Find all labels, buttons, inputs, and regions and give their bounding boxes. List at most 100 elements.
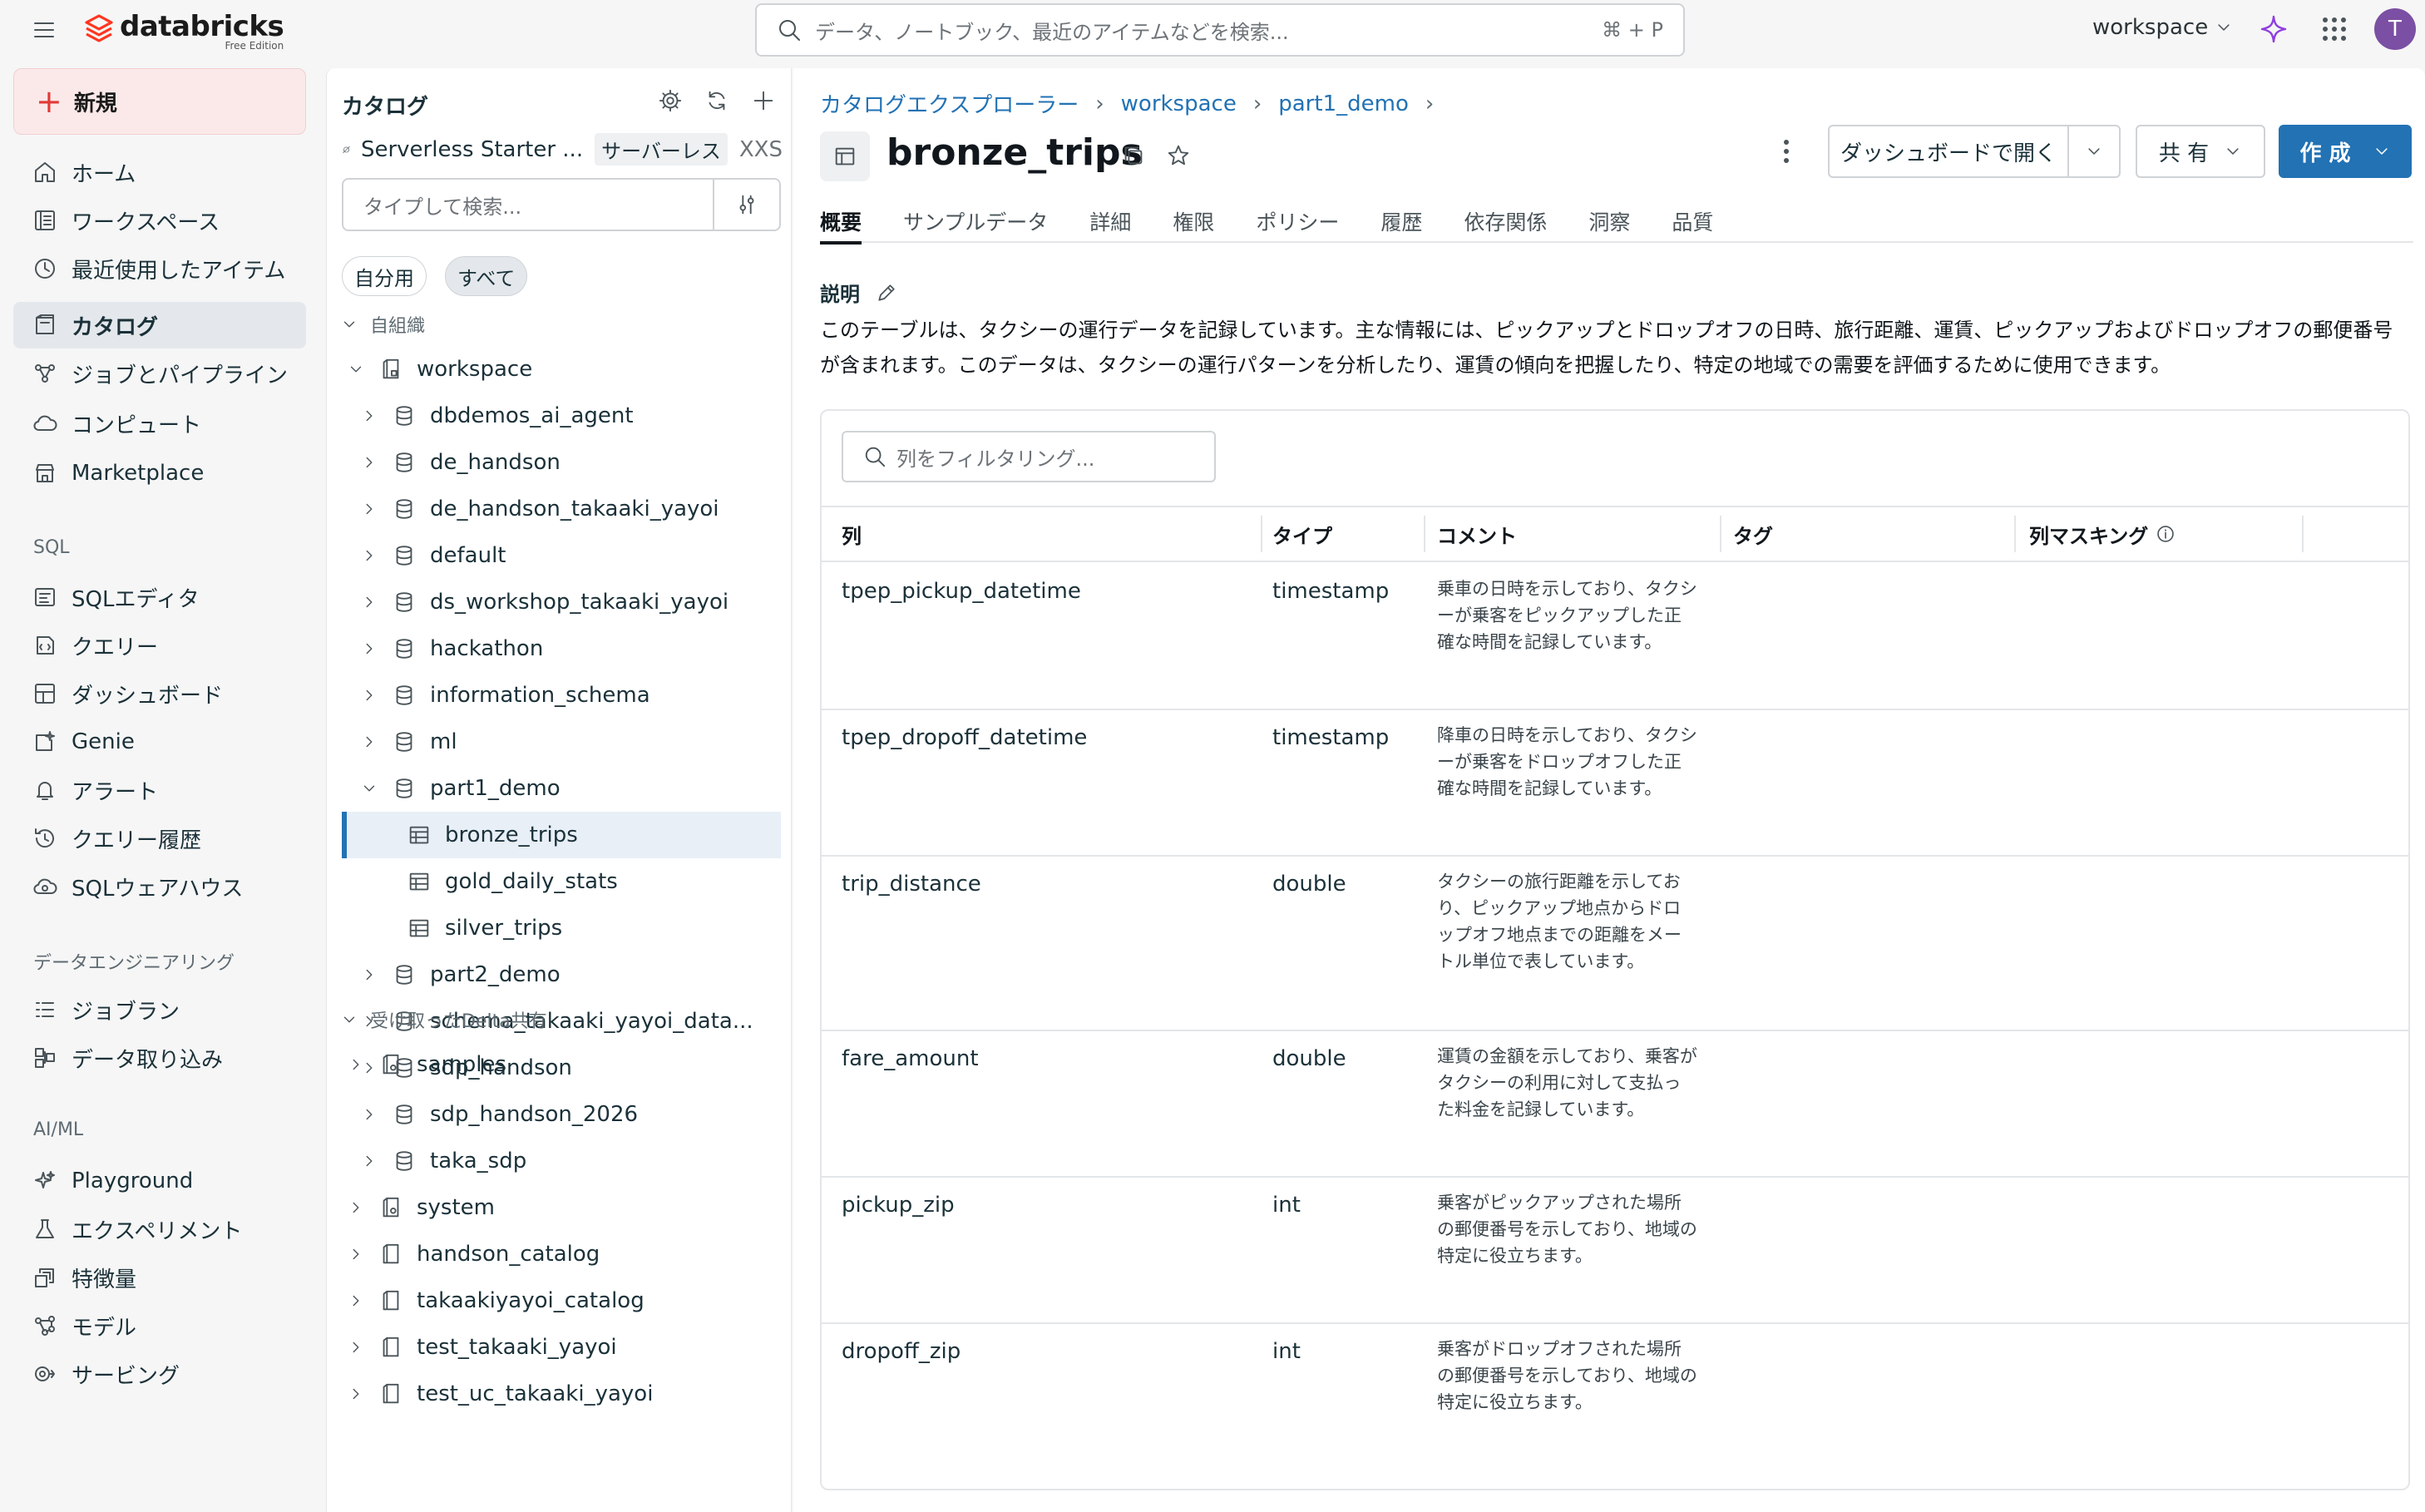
tree-item-de-handson-takaaki-yayoi[interactable]: de_handson_takaaki_yayoi [327,486,781,532]
star-icon[interactable] [1166,143,1191,168]
sidebar-item-experiments[interactable]: エクスペリメント [13,1206,306,1253]
sidebar-item-job-runs[interactable]: ジョブラン [13,986,306,1033]
chevron-right-icon[interactable] [357,453,382,472]
filter-all-pill[interactable]: すべて [445,256,528,296]
chevron-right-icon[interactable] [357,1105,382,1124]
databricks-logo[interactable]: databricks Free Edition [85,12,284,52]
tree-item-de-handson[interactable]: de_handson [327,439,781,486]
tree-item-bronze-trips[interactable]: bronze_trips [342,812,781,858]
tree-item-hackathon[interactable]: hackathon [327,625,781,672]
chevron-right-icon[interactable] [357,593,382,611]
chevron-down-icon[interactable] [357,779,382,798]
tree-item-gold-daily-stats[interactable]: gold_daily_stats [327,858,781,905]
tab-lineage[interactable]: 依存関係 [1464,206,1547,243]
sidebar-item-recents[interactable]: 最近使用したアイテム [13,245,306,292]
sidebar-item-catalog[interactable]: カタログ [13,302,306,348]
sidebar-item-features[interactable]: 特徴量 [13,1254,306,1301]
gear-icon[interactable] [658,88,683,113]
chevron-right-icon[interactable] [357,1152,382,1170]
tab-details[interactable]: 詳細 [1089,206,1131,243]
header-type[interactable]: タイプ [1272,507,1332,561]
tree-item-sdp-handson-2026[interactable]: sdp_handson_2026 [327,1091,781,1138]
sidebar-item-queries[interactable]: クエリー [13,622,306,669]
sidebar-item-home[interactable]: ホーム [13,149,306,195]
catalog-search-input[interactable]: タイプして検索... [342,178,781,231]
sidebar-item-playground[interactable]: Playground [13,1158,306,1204]
chevron-right-icon[interactable] [357,733,382,751]
chevron-right-icon[interactable] [357,966,382,984]
sidebar-item-marketplace[interactable]: Marketplace [13,450,306,497]
create-button[interactable]: 作 成 [2279,125,2412,178]
table-row[interactable]: trip_distance double タクシーの旅行距離を示しており、ピックアッ… [822,857,2408,1031]
table-row[interactable]: dropoff_zip int 乗客がドロップオフされた場所の郵便番号を示しており、… [822,1324,2408,1470]
workspace-selector[interactable]: workspace [2092,15,2233,40]
tab-history[interactable]: 履歴 [1380,206,1422,243]
tree-item-dbdemos-ai-agent[interactable]: dbdemos_ai_agent [327,393,781,439]
sidebar-item-jobs[interactable]: ジョブとパイプライン [13,350,306,397]
chevron-right-icon[interactable] [343,1055,368,1074]
tab-sample-data[interactable]: サンプルデータ [903,206,1048,243]
column-filter-input[interactable]: 列をフィルタリング... [842,431,1216,482]
tree-item-part2-demo[interactable]: part2_demo [327,951,781,998]
apps-grid-icon[interactable] [2322,17,2347,42]
tree-item-ds-workshop-takaaki-yayoi[interactable]: ds_workshop_takaaki_yayoi [327,579,781,625]
chevron-right-icon[interactable] [357,640,382,658]
tab-overview[interactable]: 概要 [820,206,862,245]
chevron-right-icon[interactable] [343,1245,368,1263]
sidebar-item-sql-warehouses[interactable]: SQLウェアハウス [13,863,306,910]
user-avatar[interactable]: T [2374,8,2416,50]
tree-item-system[interactable]: system [327,1184,781,1231]
header-comment[interactable]: コメント [1437,507,1517,561]
open-dashboard-dropdown[interactable] [2067,125,2121,178]
tree-item-workspace[interactable]: workspace [327,346,781,393]
tree-item-samples[interactable]: samples [327,1041,781,1088]
chevron-right-icon[interactable] [357,546,382,565]
warehouse-selector[interactable]: Serverless Starter ... サーバーレス XXS [342,133,783,166]
tree-item-default[interactable]: default [327,532,781,579]
filter-settings-button[interactable] [713,180,779,230]
copy-icon[interactable] [1121,143,1146,168]
sidebar-item-genie[interactable]: Genie [13,719,306,765]
tab-permissions[interactable]: 権限 [1173,206,1214,243]
tree-section-delta-shares[interactable]: 受け取ったDelta共有 [327,996,781,1043]
chevron-right-icon[interactable] [343,1338,368,1356]
new-button[interactable]: + 新規 [13,68,306,135]
sidebar-item-dashboards[interactable]: ダッシュボード [13,670,306,717]
sidebar-item-serving[interactable]: サービング [13,1351,306,1397]
info-icon[interactable] [2155,523,2176,545]
sidebar-item-models[interactable]: モデル [13,1302,306,1349]
chevron-right-icon[interactable] [343,1292,368,1310]
tree-item-information-schema[interactable]: information_schema [327,672,781,719]
chevron-down-icon[interactable] [343,360,368,378]
chevron-right-icon[interactable] [357,686,382,704]
header-tags[interactable]: タグ [1733,507,1773,561]
assistant-sparkle-icon[interactable] [2260,15,2287,43]
tree-item-takaakiyayoi-catalog[interactable]: takaakiyayoi_catalog [327,1277,781,1324]
header-column[interactable]: 列 [842,507,862,561]
table-row[interactable]: fare_amount double 運賃の金額を示しており、乗客がタクシーの利用に… [822,1031,2408,1178]
table-row[interactable]: tpep_dropoff_datetime timestamp 降車の日時を示してお… [822,710,2408,857]
add-icon[interactable] [751,88,776,113]
chevron-right-icon[interactable] [343,1198,368,1217]
table-row[interactable]: tpep_pickup_datetime timestamp 乗車の日時を示しており… [822,564,2408,710]
breadcrumb-workspace[interactable]: workspace [1121,91,1237,116]
sidebar-item-workspace[interactable]: ワークスペース [13,197,306,244]
refresh-icon[interactable] [704,88,729,113]
chevron-right-icon[interactable] [357,407,382,425]
sidebar-item-sql-editor[interactable]: SQLエディタ [13,574,306,620]
tree-item-test-uc-takaaki-yayoi[interactable]: test_uc_takaaki_yayoi [327,1371,781,1417]
table-row[interactable]: pickup_zip int 乗客がピックアップされた場所の郵便番号を示しており、地… [822,1178,2408,1324]
tab-insights[interactable]: 洞察 [1588,206,1630,243]
hamburger-menu-icon[interactable] [32,17,57,42]
sidebar-item-alerts[interactable]: アラート [13,767,306,813]
sidebar-item-data-ingestion[interactable]: データ取り込み [13,1035,306,1081]
tab-quality[interactable]: 品質 [1672,206,1713,243]
tab-policies[interactable]: ポリシー [1256,206,1339,243]
sidebar-item-compute[interactable]: コンピュート [13,400,306,447]
tree-item-taka-sdp[interactable]: taka_sdp [327,1138,781,1184]
tree-section-my-org[interactable]: 自組織 [327,301,781,348]
filter-mine-pill[interactable]: 自分用 [342,256,427,296]
breadcrumb-schema[interactable]: part1_demo [1278,91,1409,116]
breadcrumb-catalog-explorer[interactable]: カタログエクスプローラー [820,88,1079,119]
tree-item-part1-demo[interactable]: part1_demo [327,765,781,812]
